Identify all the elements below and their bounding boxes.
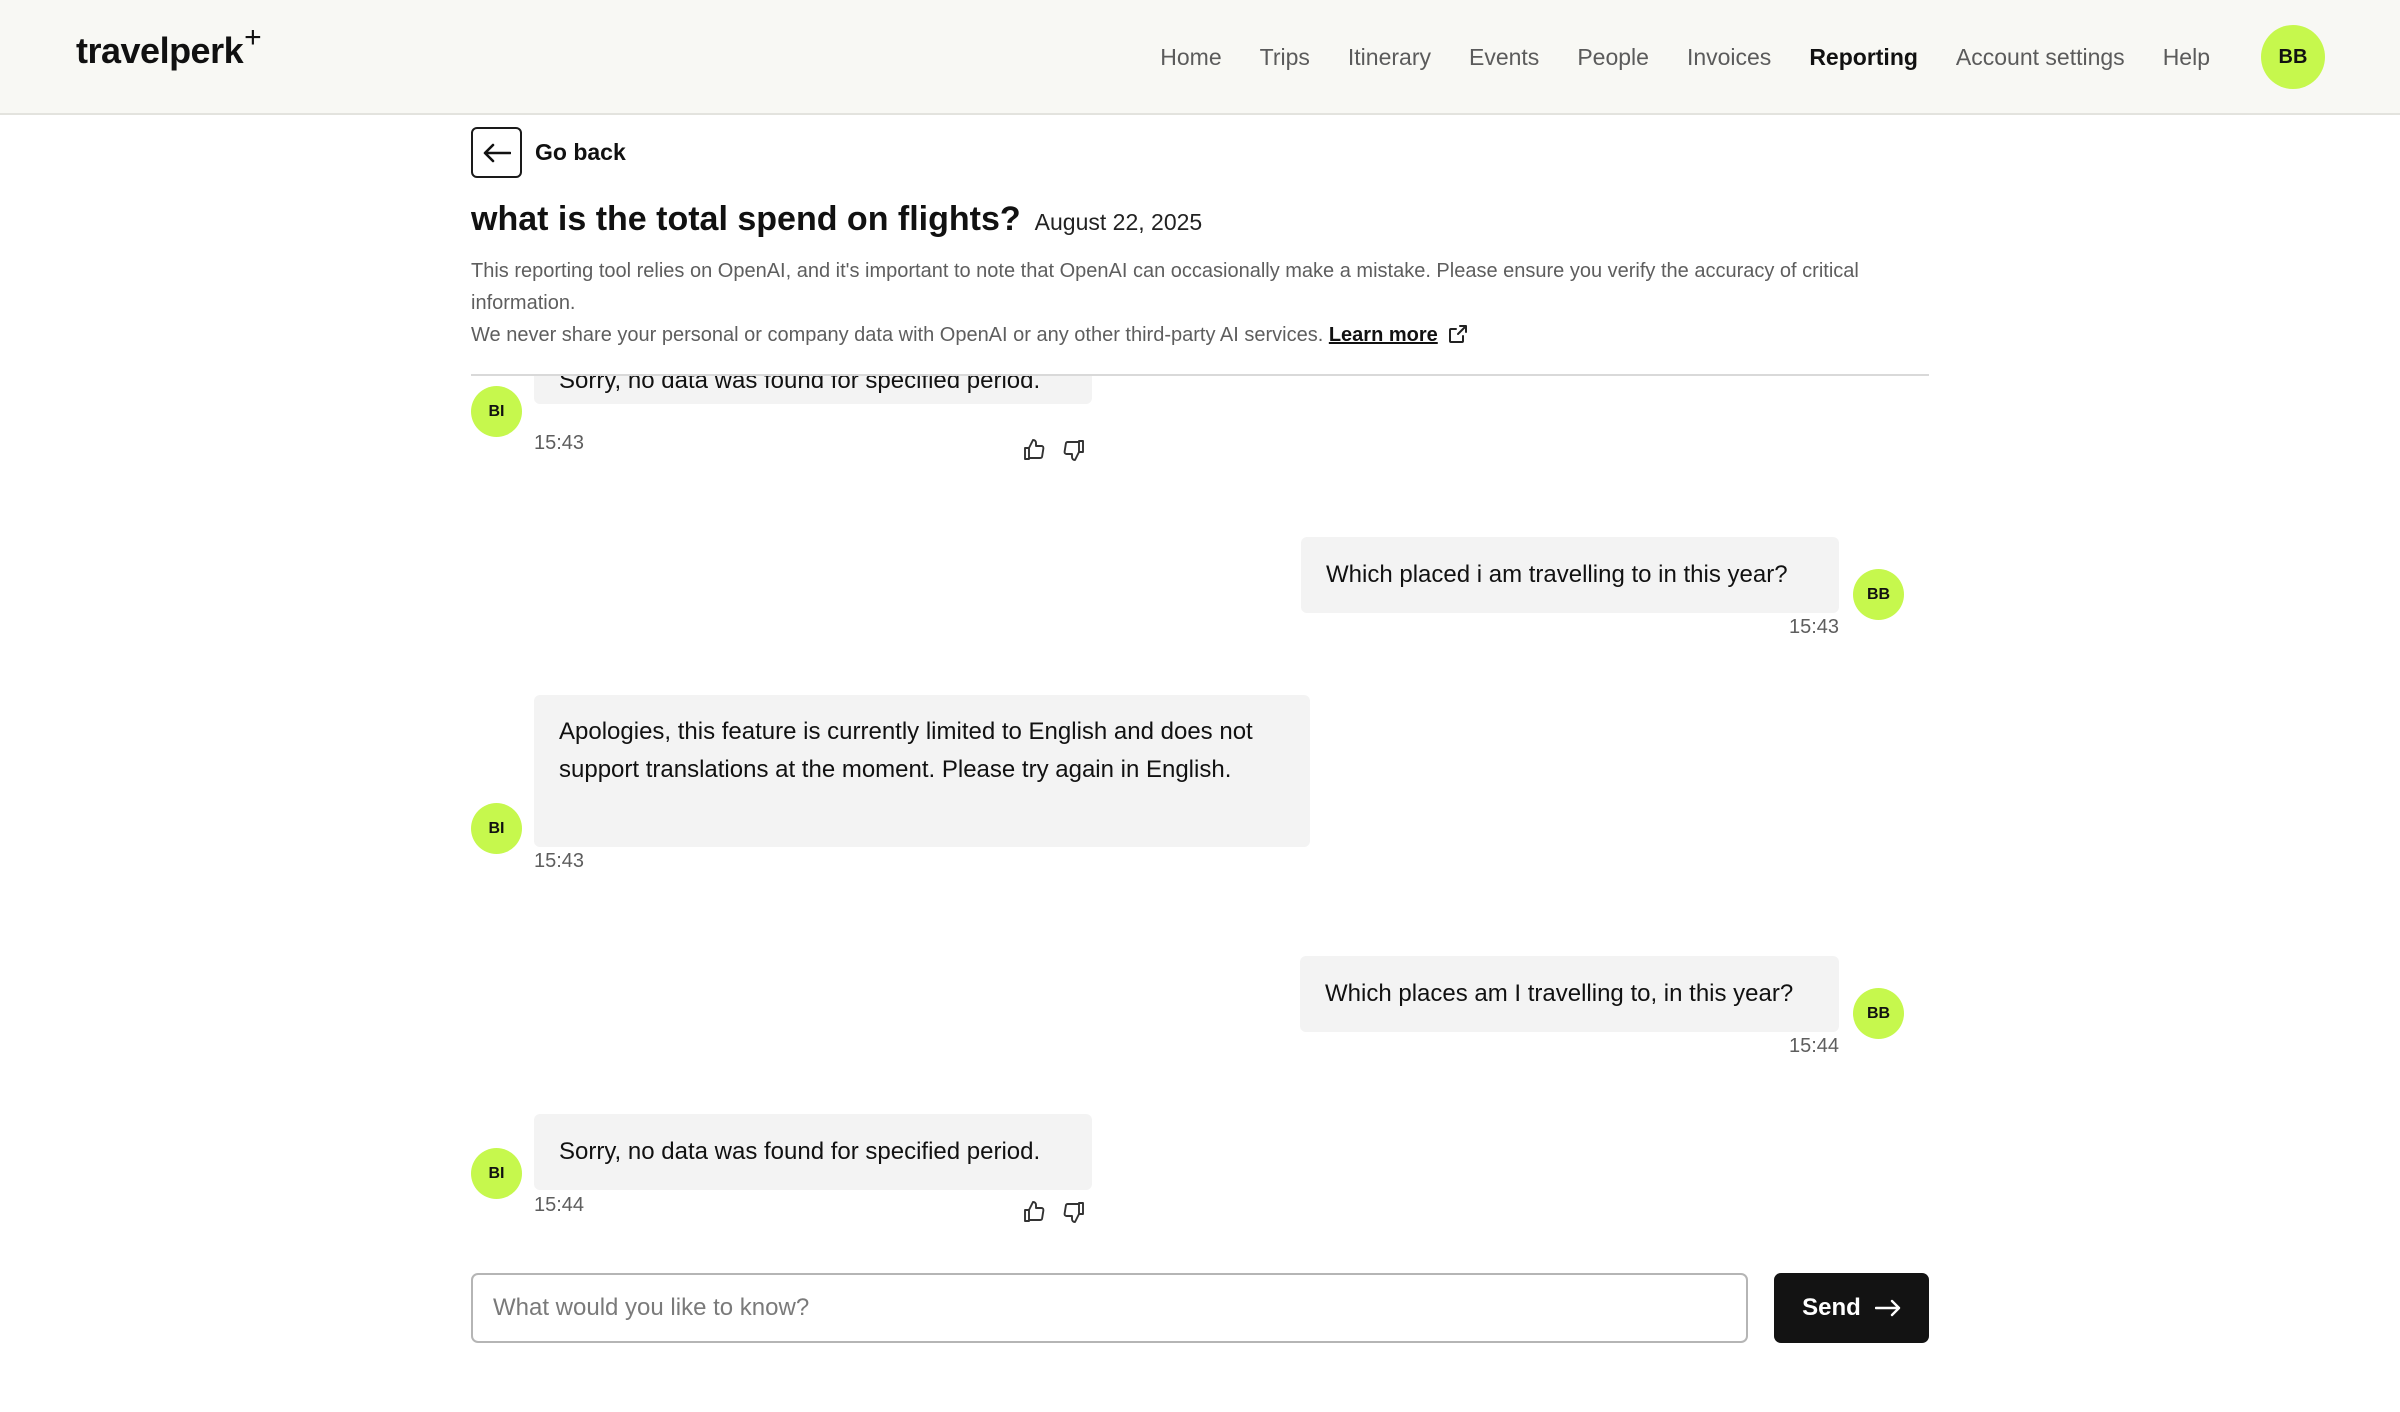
message-text: Sorry, no data was found for specified p…	[559, 376, 1041, 394]
conversation-date: August 22, 2025	[1034, 209, 1203, 235]
user-avatar-small: BB	[1853, 988, 1904, 1039]
send-button[interactable]: Send	[1774, 1273, 1929, 1343]
nav-home[interactable]: Home	[1160, 44, 1221, 71]
bot-avatar: BI	[471, 386, 522, 437]
travelperk-logo[interactable]: travelperk+	[76, 21, 262, 72]
message-text: Sorry, no data was found for specified p…	[559, 1138, 1041, 1165]
user-avatar[interactable]: BB	[2261, 25, 2325, 89]
arrow-right-icon	[1874, 1299, 1901, 1317]
chat-thread[interactable]: BI Sorry, no data was found for specifie…	[0, 376, 2400, 1246]
thumbs-down-icon[interactable]	[1062, 1200, 1086, 1229]
conversation-header: what is the total spend on flights? Augu…	[471, 200, 1202, 239]
learn-more-link[interactable]: Learn more	[1329, 324, 1438, 346]
nav-trips[interactable]: Trips	[1260, 44, 1310, 71]
top-header: travelperk+ Home Trips Itinerary Events …	[0, 0, 2400, 115]
message-time: 15:43	[1789, 616, 1840, 638]
message-text: Which placed i am travelling to in this …	[1326, 561, 1788, 588]
bot-avatar: BI	[471, 1148, 522, 1199]
page-title: what is the total spend on flights?	[471, 200, 1021, 238]
message-text: Which places am I travelling to, in this…	[1325, 980, 1794, 1007]
nav-people[interactable]: People	[1577, 44, 1649, 71]
nav-reporting[interactable]: Reporting	[1809, 44, 1918, 71]
thumbs-up-icon[interactable]	[1022, 438, 1046, 467]
bot-avatar: BI	[471, 803, 522, 854]
message-time: 15:43	[534, 850, 585, 872]
ai-disclaimer: This reporting tool relies on OpenAI, an…	[471, 255, 1931, 354]
go-back-label: Go back	[535, 139, 626, 165]
external-link-icon[interactable]	[1448, 322, 1468, 354]
bot-message-bubble: Sorry, no data was found for specified p…	[534, 1114, 1092, 1190]
privacy-text: We never share your personal or company …	[471, 324, 1324, 346]
message-time: 15:43	[534, 432, 585, 454]
logo-text: travelperk	[76, 30, 244, 71]
message-text: Apologies, this feature is currently lim…	[559, 718, 1253, 783]
user-message-bubble: Which placed i am travelling to in this …	[1301, 537, 1839, 613]
bot-message-bubble: Sorry, no data was found for specified p…	[534, 376, 1092, 404]
nav-itinerary[interactable]: Itinerary	[1348, 44, 1431, 71]
privacy-note: We never share your personal or company …	[471, 319, 1931, 354]
nav-invoices[interactable]: Invoices	[1687, 44, 1771, 71]
user-avatar-small: BB	[1853, 569, 1904, 620]
go-back-button[interactable]: Go back	[471, 127, 626, 178]
nav-help[interactable]: Help	[2163, 44, 2210, 71]
nav-events[interactable]: Events	[1469, 44, 1539, 71]
user-message-bubble: Which places am I travelling to, in this…	[1300, 956, 1839, 1032]
bot-message-bubble: Apologies, this feature is currently lim…	[534, 695, 1310, 847]
thumbs-down-icon[interactable]	[1062, 438, 1086, 467]
message-time: 15:44	[534, 1194, 585, 1216]
send-label: Send	[1802, 1294, 1861, 1321]
arrow-left-icon	[471, 127, 522, 178]
nav-account-settings[interactable]: Account settings	[1956, 44, 2125, 71]
logo-plus: +	[244, 21, 262, 54]
disclaimer-text: This reporting tool relies on OpenAI, an…	[471, 260, 1859, 314]
thumbs-up-icon[interactable]	[1022, 1200, 1046, 1229]
main-nav: Home Trips Itinerary Events People Invoi…	[1160, 0, 2210, 115]
question-input[interactable]	[471, 1273, 1748, 1343]
message-time: 15:44	[1789, 1035, 1840, 1057]
